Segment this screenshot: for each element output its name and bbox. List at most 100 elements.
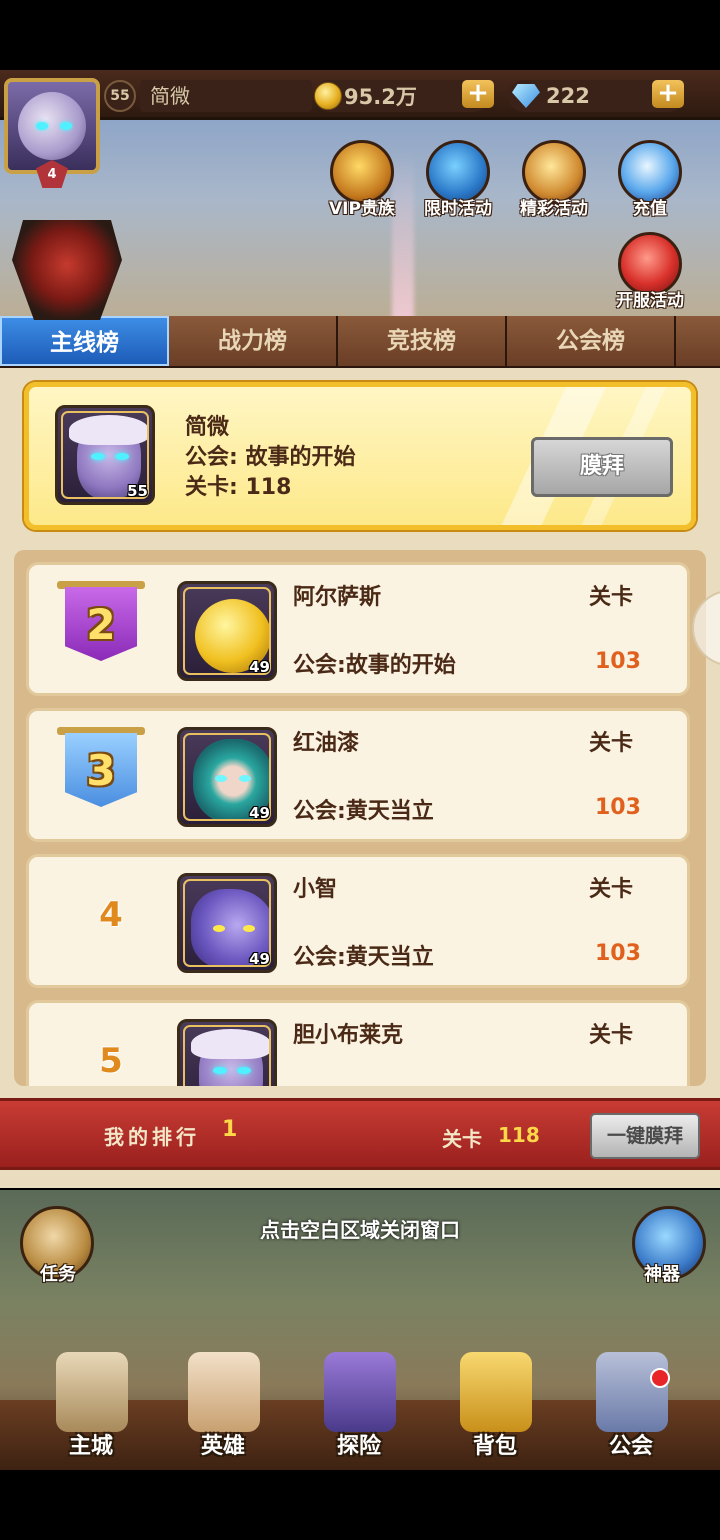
- hero-eye: [91, 453, 105, 460]
- hero-eye: [243, 925, 255, 932]
- guild-tower-icon: [596, 1352, 668, 1432]
- hero-eye: [213, 925, 225, 932]
- castle-icon: [56, 1352, 128, 1432]
- rank-badge-purple: 2: [57, 581, 145, 665]
- ranking-row[interactable]: 2 49 阿尔萨斯 公会:故事的开始 关卡 103: [26, 562, 690, 696]
- my-stage-value: 118: [498, 1123, 540, 1147]
- portal-icon: [324, 1352, 396, 1432]
- add-diamond-button[interactable]: +: [652, 80, 684, 108]
- gold-amount: 95.2万: [344, 85, 417, 109]
- server-launch-event-label: 开服活动: [616, 291, 684, 311]
- hero-eye: [239, 775, 251, 782]
- leaderboard-tabs: 主线榜 战力榜 竞技榜 公会榜: [0, 316, 720, 368]
- elf-hero-icon: [191, 1029, 269, 1086]
- server-launch-event-button[interactable]: 开服活动: [612, 232, 688, 311]
- worship-button[interactable]: 膜拜: [531, 437, 673, 497]
- stage-label: 关卡: [589, 585, 634, 610]
- worship-all-button[interactable]: 一键膜拜: [590, 1113, 700, 1159]
- nav-main-city[interactable]: 主城: [36, 1352, 146, 1462]
- featured-event-button[interactable]: 精彩活动: [516, 140, 592, 219]
- hero-eye: [215, 775, 227, 782]
- top-player-card: 55 简微 公会: 故事的开始 关卡: 118 膜拜: [24, 382, 696, 530]
- limited-event-button[interactable]: 限时活动: [420, 140, 496, 219]
- limited-event-label: 限时活动: [424, 199, 492, 219]
- tab-overflow: [676, 316, 720, 366]
- hero-icon: [188, 1352, 260, 1432]
- artifact-label: 神器: [644, 1264, 680, 1285]
- my-rank-label: 我的排行: [104, 1125, 200, 1149]
- tab-guild[interactable]: 公会榜: [507, 316, 676, 366]
- stage-value: 103: [595, 941, 641, 966]
- player-guild: 公会:故事的开始: [293, 653, 456, 678]
- gold-coin-icon: [314, 82, 342, 110]
- top-player-stage: 关卡: 118: [185, 475, 292, 500]
- player-avatar[interactable]: [177, 1019, 277, 1086]
- nav-label: 探险: [336, 1434, 381, 1459]
- vip-button[interactable]: VIP贵族: [324, 140, 400, 219]
- close-window-hint[interactable]: 点击空白区域关闭窗口: [0, 1214, 720, 1243]
- portrait-frame: [183, 1025, 271, 1086]
- avatar-portrait-icon: [18, 92, 86, 160]
- hero-eye: [213, 1067, 227, 1074]
- tab-arena[interactable]: 竞技榜: [338, 316, 507, 366]
- nav-label: 英雄: [200, 1434, 245, 1459]
- stage-label: 关卡: [589, 877, 634, 902]
- rank-number: 4: [99, 895, 123, 935]
- diamond-amount: 222: [546, 84, 590, 108]
- player-level: 49: [249, 804, 270, 822]
- diamond-icon: [512, 84, 540, 108]
- top-player-level: 55: [127, 482, 148, 500]
- hero-hair: [191, 1029, 269, 1059]
- stage-value: 103: [595, 795, 641, 820]
- player-avatar[interactable]: 49: [177, 873, 277, 973]
- guild-emblem-icon: [12, 220, 122, 320]
- nav-guild[interactable]: 公会: [576, 1352, 686, 1462]
- player-level: 49: [249, 658, 270, 676]
- top-player-avatar[interactable]: 55: [55, 405, 155, 505]
- hero-hair: [69, 415, 147, 445]
- ranking-row[interactable]: 3 49 红油漆 公会:黄天当立 关卡 103: [26, 708, 690, 842]
- player-name: 红油漆: [293, 731, 360, 756]
- nav-heroes[interactable]: 英雄: [168, 1352, 278, 1462]
- recharge-button[interactable]: 充值: [612, 140, 688, 219]
- player-guild: 公会:黄天当立: [293, 799, 434, 824]
- add-gold-button[interactable]: +: [462, 80, 494, 108]
- tab-power[interactable]: 战力榜: [169, 316, 338, 366]
- hero-eye: [237, 1067, 251, 1074]
- my-rank-value: 1: [222, 1117, 238, 1142]
- stage-label: 关卡: [589, 731, 634, 756]
- nav-label: 背包: [472, 1434, 517, 1459]
- notification-dot: [650, 1368, 670, 1388]
- vip-label: VIP贵族: [329, 199, 395, 219]
- stage-label: 关卡: [589, 1023, 634, 1048]
- player-name: 小智: [293, 877, 338, 902]
- ranking-row[interactable]: 4 49 小智 公会:黄天当立 关卡 103: [26, 854, 690, 988]
- top-player-name: 简微: [185, 415, 230, 440]
- nav-label: 公会: [608, 1434, 653, 1459]
- player-avatar[interactable]: 49: [177, 727, 277, 827]
- leaderboard-panel: 55 简微 公会: 故事的开始 关卡: 118 膜拜 2 49 阿尔萨斯 公会:…: [0, 368, 720, 1188]
- backpack-icon: [460, 1352, 532, 1432]
- player-name: 简微: [140, 80, 312, 112]
- rank-number: 2: [65, 587, 137, 661]
- nav-backpack[interactable]: 背包: [440, 1352, 550, 1462]
- rank-number: 5: [99, 1041, 123, 1081]
- nav-label: 主城: [68, 1434, 113, 1459]
- player-level: 49: [249, 950, 270, 968]
- tab-main-line[interactable]: 主线榜: [0, 316, 169, 366]
- ranking-list[interactable]: 2 49 阿尔萨斯 公会:故事的开始 关卡 103 3 49 红油漆 公会:黄天…: [14, 550, 706, 1086]
- task-label: 任务: [40, 1264, 76, 1285]
- rank-number: 3: [65, 733, 137, 807]
- ranking-row[interactable]: 5 胆小布莱克 关卡: [26, 1000, 690, 1086]
- my-ranking-bar: 我的排行 1 关卡 118 一键膜拜: [0, 1098, 720, 1170]
- player-name: 阿尔萨斯: [293, 585, 382, 610]
- player-level-badge: 55: [104, 80, 136, 112]
- top-player-guild: 公会: 故事的开始: [185, 445, 356, 470]
- player-guild: 公会:黄天当立: [293, 945, 434, 970]
- player-name: 胆小布莱克: [293, 1023, 404, 1048]
- player-avatar[interactable]: [4, 78, 100, 174]
- nav-explore[interactable]: 探险: [304, 1352, 414, 1462]
- hero-eye: [115, 453, 129, 460]
- player-avatar[interactable]: 49: [177, 581, 277, 681]
- recharge-label: 充值: [633, 199, 667, 219]
